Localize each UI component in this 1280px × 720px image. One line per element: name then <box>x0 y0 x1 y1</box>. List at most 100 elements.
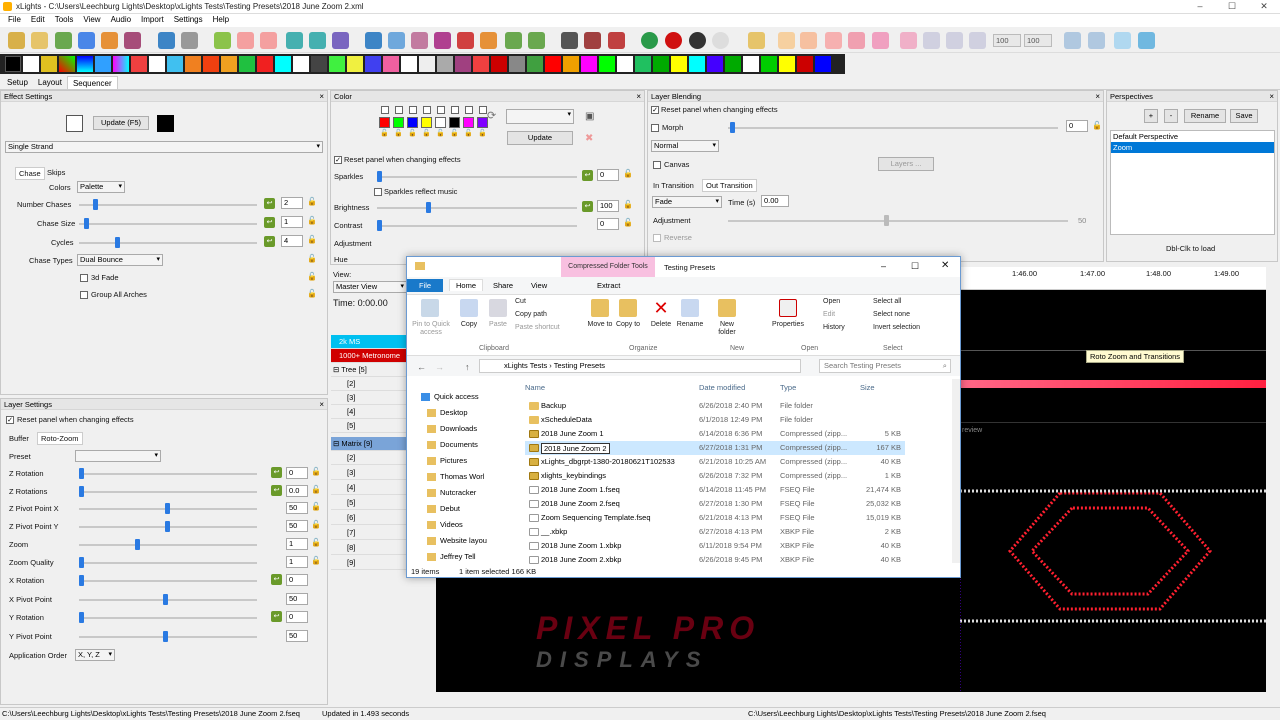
lock-icon[interactable]: 🔓 <box>311 485 321 494</box>
rewind-icon[interactable] <box>286 32 303 49</box>
menu-import[interactable]: Import <box>136 14 169 27</box>
grid-icon[interactable] <box>388 32 405 49</box>
roto-input[interactable]: 0 <box>286 467 308 479</box>
tab-skips[interactable]: Skips <box>47 168 65 177</box>
ribbon-tab-file[interactable]: File <box>407 279 443 292</box>
snowflakes-effect-icon[interactable] <box>617 56 633 72</box>
palette-checkbox[interactable] <box>479 106 487 114</box>
copy-to-icon[interactable] <box>619 299 637 317</box>
nav-item[interactable]: Thomas Worl <box>427 472 484 482</box>
zoom-value-2[interactable]: 100 <box>1024 34 1052 47</box>
upload-icon[interactable] <box>55 32 72 49</box>
file-row[interactable]: 2018 June Zoom 1.xbkp 6/11/2018 9:54 PM … <box>525 539 905 553</box>
canvas-checkbox[interactable] <box>653 161 661 169</box>
valuecurve-icon[interactable]: ↩ <box>582 201 593 212</box>
pin-label[interactable]: Pin to Quick access <box>409 321 453 337</box>
fan-effect-icon[interactable] <box>185 56 201 72</box>
color-swatch[interactable] <box>379 117 390 128</box>
fireworks-effect-icon[interactable] <box>221 56 237 72</box>
new-folder-label[interactable]: New folder <box>712 321 742 337</box>
select-all-label[interactable]: Select all <box>873 298 901 305</box>
replay-icon[interactable] <box>332 32 349 49</box>
roto-slider[interactable] <box>79 575 257 586</box>
palette-checkbox[interactable] <box>451 106 459 114</box>
tree-row-metronome[interactable]: 1000+ Metronome <box>331 349 406 363</box>
close-icon[interactable]: × <box>319 91 324 102</box>
save-perspective-button[interactable]: Save <box>1230 109 1258 123</box>
delete-palette-icon[interactable]: ✖ <box>585 133 593 144</box>
fire-effect-icon[interactable] <box>203 56 219 72</box>
transition-select[interactable]: Fade <box>652 196 722 208</box>
roto-input[interactable]: 50 <box>286 520 308 532</box>
ramp-up-icon[interactable] <box>923 32 940 49</box>
ramp-mid-icon[interactable] <box>969 32 986 49</box>
lock-icon[interactable]: 🔓 <box>311 520 321 529</box>
ac-icon[interactable] <box>748 32 765 49</box>
roto-slider[interactable] <box>79 594 257 605</box>
garlands-effect-icon[interactable] <box>257 56 273 72</box>
curtain-effect-icon[interactable] <box>149 56 165 72</box>
zoom-in-icon[interactable] <box>561 32 578 49</box>
valuecurve-icon[interactable]: ↩ <box>264 198 275 209</box>
sun-icon[interactable] <box>528 32 545 49</box>
servo-effect-icon[interactable] <box>527 56 543 72</box>
tree-effect-icon[interactable] <box>743 56 759 72</box>
lock-icon[interactable]: 🔓 <box>436 129 445 137</box>
circles-effect-icon[interactable] <box>113 56 129 72</box>
lock-icon[interactable]: 🔓 <box>311 538 321 547</box>
path-segment[interactable]: Testing Presets <box>554 361 605 370</box>
wave-icon[interactable] <box>848 32 865 49</box>
tree-row[interactable]: [3] <box>331 391 406 405</box>
liquid-effect-icon[interactable] <box>365 56 381 72</box>
lock-icon[interactable]: 🔓 <box>1092 121 1102 130</box>
morph-effect-icon[interactable] <box>401 56 417 72</box>
chase-size-input[interactable]: 1 <box>281 216 303 228</box>
tab-roto-zoom[interactable]: Roto-Zoom <box>37 432 83 445</box>
edit-label[interactable]: Edit <box>823 311 835 318</box>
search-box[interactable]: Search Testing Presets ⌕ <box>819 359 951 373</box>
effect-type-select[interactable]: Single Strand <box>5 141 323 153</box>
tree-row[interactable]: [4] <box>331 405 406 419</box>
up-icon[interactable]: ↑ <box>465 362 470 372</box>
color-swatch[interactable] <box>407 117 418 128</box>
history-label[interactable]: History <box>823 324 845 331</box>
lock-icon[interactable]: 🔓 <box>464 129 473 137</box>
hand-icon[interactable] <box>778 32 795 49</box>
refresh-icon[interactable]: ⟳ <box>487 109 496 122</box>
pin-icon[interactable] <box>421 299 439 317</box>
tree-row[interactable]: [9] <box>331 556 406 570</box>
cycles-slider[interactable] <box>79 237 257 248</box>
sparkles-music-checkbox[interactable] <box>374 188 382 196</box>
bulb-icon[interactable] <box>689 32 706 49</box>
tab-setup[interactable]: Setup <box>2 76 33 89</box>
valuecurve-icon[interactable]: ↩ <box>264 236 275 247</box>
perspective-item-selected[interactable]: Zoom <box>1111 142 1274 153</box>
file-row[interactable]: Backup 6/26/2018 2:40 PM File folder <box>525 399 905 413</box>
roto-slider[interactable] <box>79 539 257 550</box>
contrast-input[interactable]: 0 <box>597 218 619 230</box>
color-swatch[interactable] <box>463 117 474 128</box>
roto-slider[interactable] <box>79 468 257 479</box>
maximize-button[interactable]: ☐ <box>911 261 919 272</box>
paste-label[interactable]: Paste <box>485 321 511 329</box>
new-folder-icon[interactable] <box>718 299 736 317</box>
palette-checkbox[interactable] <box>437 106 445 114</box>
invert-selection-label[interactable]: Invert selection <box>873 324 920 331</box>
palette-update-button[interactable]: Update <box>507 131 573 145</box>
lock-icon[interactable]: 🔓 <box>422 129 431 137</box>
nav-item[interactable]: Website layou <box>427 536 487 546</box>
roto-input[interactable]: 1 <box>286 538 308 550</box>
lock-icon[interactable]: 🔓 <box>450 129 459 137</box>
color-swatch[interactable] <box>393 117 404 128</box>
roto-slider[interactable] <box>79 486 257 497</box>
file-row[interactable]: 2018 June Zoom 2.xbkp 6/26/2018 9:45 PM … <box>525 553 905 567</box>
file-name[interactable]: 2018 June Zoom 2 <box>541 443 610 454</box>
select-tool-icon[interactable] <box>1088 32 1105 49</box>
lock-icon[interactable]: 🔓 <box>307 235 317 244</box>
file-row[interactable]: 2018 June Zoom 1.fseq 6/14/2018 11:45 PM… <box>525 483 905 497</box>
column-size[interactable]: Size <box>860 383 875 392</box>
roto-input[interactable]: 50 <box>286 593 308 605</box>
back-icon[interactable]: ← <box>417 362 426 372</box>
zoom-value-1[interactable]: 100 <box>993 34 1021 47</box>
cycles-input[interactable]: 4 <box>281 235 303 247</box>
